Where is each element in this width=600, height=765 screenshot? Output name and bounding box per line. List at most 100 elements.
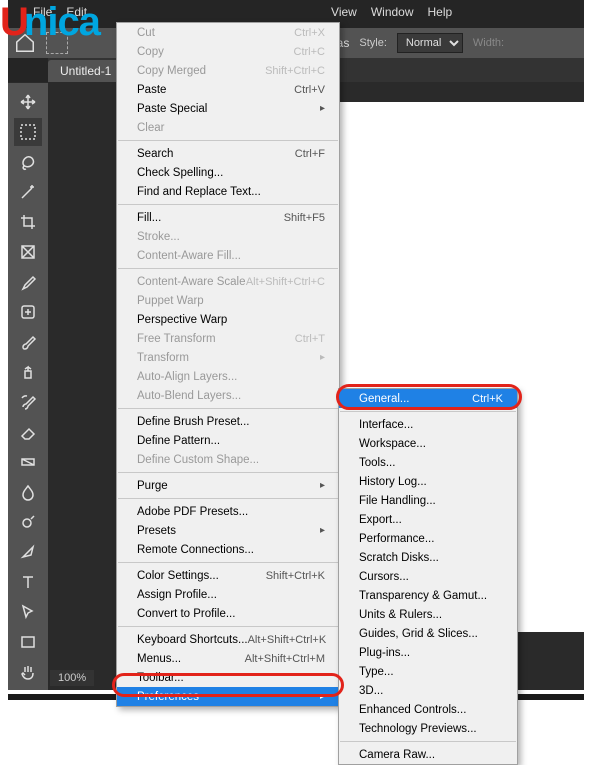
- edit-menu-item-menus[interactable]: Menus...Alt+Shift+Ctrl+M: [117, 649, 339, 668]
- edit-menu-item-find-and-replace-text[interactable]: Find and Replace Text...: [117, 182, 339, 201]
- edit-menu-item-define-brush-preset[interactable]: Define Brush Preset...: [117, 412, 339, 431]
- menu-item-label: Enhanced Controls...: [359, 704, 466, 716]
- tool-healing[interactable]: [14, 298, 42, 326]
- menu-item-label: General...: [359, 393, 410, 405]
- prefs-item-camera-raw[interactable]: Camera Raw...: [339, 745, 517, 764]
- menu-item-label: Scratch Disks...: [359, 552, 439, 564]
- prefs-item-workspace[interactable]: Workspace...: [339, 434, 517, 453]
- menu-item-label: Content-Aware Scale: [137, 276, 245, 288]
- style-select[interactable]: Normal: [397, 33, 463, 53]
- edit-menu-item-color-settings[interactable]: Color Settings...Shift+Ctrl+K: [117, 566, 339, 585]
- edit-menu-item-keyboard-shortcuts[interactable]: Keyboard Shortcuts...Alt+Shift+Ctrl+K: [117, 630, 339, 649]
- menu-item-label: Assign Profile...: [137, 589, 217, 601]
- menu-item-shortcut: Ctrl+C: [294, 46, 325, 58]
- edit-menu-item-search[interactable]: SearchCtrl+F: [117, 144, 339, 163]
- edit-menu-item-assign-profile[interactable]: Assign Profile...: [117, 585, 339, 604]
- edit-menu-item-define-custom-shape: Define Custom Shape...: [117, 450, 339, 469]
- menu-item-label: Clear: [137, 122, 164, 134]
- menu-window[interactable]: Window: [371, 5, 414, 23]
- tool-eraser[interactable]: [14, 418, 42, 446]
- tool-path-select[interactable]: [14, 598, 42, 626]
- prefs-item-units-rulers[interactable]: Units & Rulers...: [339, 605, 517, 624]
- edit-menu-item-purge[interactable]: Purge: [117, 476, 339, 495]
- menu-item-label: Interface...: [359, 419, 413, 431]
- menu-item-label: Perspective Warp: [137, 314, 227, 326]
- prefs-item-guides-grid-slices[interactable]: Guides, Grid & Slices...: [339, 624, 517, 643]
- menu-item-label: Paste Special: [137, 103, 207, 115]
- menu-item-label: Content-Aware Fill...: [137, 250, 241, 262]
- edit-menu-item-cut: CutCtrl+X: [117, 23, 339, 42]
- menu-item-label: Preferences: [137, 691, 199, 703]
- menu-item-label: Transform: [137, 352, 189, 364]
- zoom-readout[interactable]: 100%: [50, 670, 94, 686]
- tool-pen[interactable]: [14, 538, 42, 566]
- prefs-item-transparency-gamut[interactable]: Transparency & Gamut...: [339, 586, 517, 605]
- prefs-item-cursors[interactable]: Cursors...: [339, 567, 517, 586]
- tool-eyedropper[interactable]: [14, 268, 42, 296]
- edit-menu-item-presets[interactable]: Presets: [117, 521, 339, 540]
- prefs-item-file-handling[interactable]: File Handling...: [339, 491, 517, 510]
- prefs-item-tools[interactable]: Tools...: [339, 453, 517, 472]
- menu-item-shortcut: Alt+Shift+Ctrl+C: [246, 276, 325, 288]
- tool-crop[interactable]: [14, 208, 42, 236]
- tool-move[interactable]: [14, 88, 42, 116]
- prefs-item-export[interactable]: Export...: [339, 510, 517, 529]
- edit-menu-item-paste-special[interactable]: Paste Special: [117, 99, 339, 118]
- edit-menu-item-preferences[interactable]: Preferences: [117, 687, 339, 706]
- unica-watermark: Unica: [0, 0, 100, 45]
- tool-blur[interactable]: [14, 478, 42, 506]
- edit-menu-item-transform: Transform: [117, 348, 339, 367]
- prefs-item-general[interactable]: General...Ctrl+K: [339, 389, 517, 408]
- tool-marquee[interactable]: [14, 118, 42, 146]
- edit-menu-item-toolbar[interactable]: Toolbar...: [117, 668, 339, 687]
- edit-menu-item-convert-to-profile[interactable]: Convert to Profile...: [117, 604, 339, 623]
- menu-help[interactable]: Help: [428, 5, 453, 23]
- prefs-item-3d[interactable]: 3D...: [339, 681, 517, 700]
- style-label: Style:: [359, 37, 387, 49]
- edit-menu-item-perspective-warp[interactable]: Perspective Warp: [117, 310, 339, 329]
- menu-item-label: Export...: [359, 514, 402, 526]
- edit-menu-item-separator: [118, 204, 338, 205]
- tool-lasso[interactable]: [14, 148, 42, 176]
- prefs-item-technology-previews[interactable]: Technology Previews...: [339, 719, 517, 738]
- prefs-item-history-log[interactable]: History Log...: [339, 472, 517, 491]
- menu-item-label: Auto-Align Layers...: [137, 371, 237, 383]
- prefs-item-plug-ins[interactable]: Plug-ins...: [339, 643, 517, 662]
- menu-item-label: Workspace...: [359, 438, 426, 450]
- prefs-item-scratch-disks[interactable]: Scratch Disks...: [339, 548, 517, 567]
- edit-menu-item-fill[interactable]: Fill...Shift+F5: [117, 208, 339, 227]
- menu-item-label: Technology Previews...: [359, 723, 477, 735]
- edit-menu-item-adobe-pdf-presets[interactable]: Adobe PDF Presets...: [117, 502, 339, 521]
- menu-item-label: 3D...: [359, 685, 383, 697]
- prefs-item-interface[interactable]: Interface...: [339, 415, 517, 434]
- menu-item-label: Color Settings...: [137, 570, 219, 582]
- toolbox: [8, 82, 48, 690]
- menu-item-shortcut: Ctrl+F: [295, 148, 325, 160]
- tool-dodge[interactable]: [14, 508, 42, 536]
- menu-item-shortcut: Ctrl+V: [294, 84, 325, 96]
- menu-item-label: Puppet Warp: [137, 295, 204, 307]
- menu-view[interactable]: View: [331, 5, 357, 23]
- prefs-item-type[interactable]: Type...: [339, 662, 517, 681]
- tool-clone[interactable]: [14, 358, 42, 386]
- menu-item-shortcut: Alt+Shift+Ctrl+K: [248, 634, 327, 646]
- tool-rectangle[interactable]: [14, 628, 42, 656]
- tool-hand[interactable]: [14, 658, 42, 686]
- prefs-item-enhanced-controls[interactable]: Enhanced Controls...: [339, 700, 517, 719]
- edit-menu-item-paste[interactable]: Paste Ctrl+V: [117, 80, 339, 99]
- edit-menu-item-check-spelling[interactable]: Check Spelling...: [117, 163, 339, 182]
- tool-type[interactable]: [14, 568, 42, 596]
- tool-history-brush[interactable]: [14, 388, 42, 416]
- edit-menu-item-separator: [118, 472, 338, 473]
- tool-gradient[interactable]: [14, 448, 42, 476]
- edit-menu-item-remote-connections[interactable]: Remote Connections...: [117, 540, 339, 559]
- menu-item-label: Presets: [137, 525, 176, 537]
- prefs-item-performance[interactable]: Performance...: [339, 529, 517, 548]
- menu-item-label: Paste: [137, 84, 166, 96]
- menu-item-label: Purge: [137, 480, 168, 492]
- edit-menu-item-content-aware-fill: Content-Aware Fill...: [117, 246, 339, 265]
- tool-frame[interactable]: [14, 238, 42, 266]
- tool-magic-wand[interactable]: [14, 178, 42, 206]
- tool-brush[interactable]: [14, 328, 42, 356]
- edit-menu-item-define-pattern[interactable]: Define Pattern...: [117, 431, 339, 450]
